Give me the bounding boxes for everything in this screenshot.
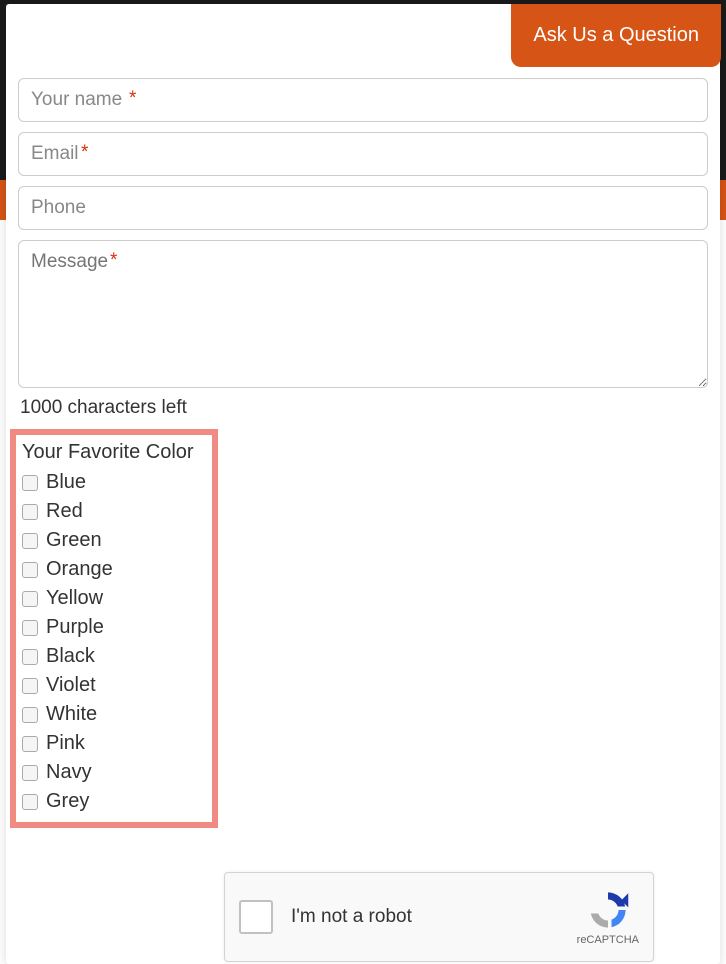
color-option: Yellow [20, 584, 194, 613]
color-option: Grey [20, 787, 194, 816]
color-option: Blue [20, 468, 194, 497]
color-checkbox[interactable] [22, 620, 38, 636]
color-label: Grey [46, 790, 89, 813]
color-checkbox[interactable] [22, 765, 38, 781]
color-label: Yellow [46, 587, 103, 610]
color-option: Purple [20, 613, 194, 642]
favorite-color-section: Your Favorite Color Blue Red Green Orange Ye… [10, 429, 218, 828]
phone-input[interactable] [18, 186, 708, 230]
color-label: Pink [46, 732, 85, 755]
recaptcha-icon [586, 888, 630, 932]
color-label: Blue [46, 471, 86, 494]
color-checkbox[interactable] [22, 678, 38, 694]
recaptcha-brand-text: reCAPTCHA [577, 934, 639, 946]
color-option: Pink [20, 729, 194, 758]
message-textarea[interactable] [18, 240, 708, 388]
recaptcha-checkbox[interactable] [239, 900, 273, 934]
color-label: Navy [46, 761, 92, 784]
color-checkbox[interactable] [22, 591, 38, 607]
recaptcha-label: I'm not a robot [291, 906, 577, 928]
contact-form: * * * 1000 characters left Your Favorite… [18, 78, 708, 828]
character-counter: 1000 characters left [18, 397, 708, 419]
color-checkbox[interactable] [22, 707, 38, 723]
color-label: Black [46, 645, 95, 668]
color-option: Orange [20, 555, 194, 584]
color-label: Purple [46, 616, 104, 639]
color-checkbox[interactable] [22, 794, 38, 810]
color-option: Violet [20, 671, 194, 700]
ask-question-button[interactable]: Ask Us a Question [511, 4, 721, 67]
recaptcha-branding: reCAPTCHA [577, 888, 639, 946]
color-checkbox[interactable] [22, 562, 38, 578]
color-label: Green [46, 529, 102, 552]
color-option: Black [20, 642, 194, 671]
name-input[interactable] [18, 78, 708, 122]
color-label: Violet [46, 674, 96, 697]
color-checkbox[interactable] [22, 736, 38, 752]
color-option: Navy [20, 758, 194, 787]
favorite-color-title: Your Favorite Color [20, 441, 194, 464]
color-checkbox[interactable] [22, 504, 38, 520]
color-label: Orange [46, 558, 113, 581]
email-input[interactable] [18, 132, 708, 176]
color-checkbox[interactable] [22, 649, 38, 665]
color-label: White [46, 703, 97, 726]
color-option: Red [20, 497, 194, 526]
color-checkbox[interactable] [22, 475, 38, 491]
color-option: Green [20, 526, 194, 555]
color-label: Red [46, 500, 83, 523]
color-option: White [20, 700, 194, 729]
color-checkbox[interactable] [22, 533, 38, 549]
recaptcha-widget: I'm not a robot reCAPTCHA [224, 872, 654, 962]
